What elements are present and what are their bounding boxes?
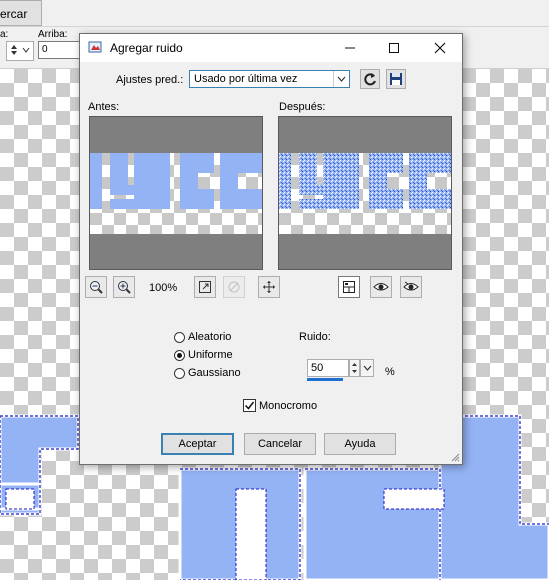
checkmark-icon <box>244 401 255 410</box>
noise-amount-slider-dropdown[interactable] <box>360 359 374 377</box>
radio-aleatorio[interactable]: Aleatorio <box>174 331 231 343</box>
split-preview-button[interactable] <box>338 276 360 298</box>
spinner-arrows-icon <box>11 45 30 55</box>
save-preset-button[interactable] <box>386 69 406 89</box>
preview-on-image-button[interactable] <box>370 276 392 298</box>
presets-label: Ajustes pred.: <box>116 74 184 86</box>
reset-preset-button[interactable] <box>360 69 380 89</box>
help-button[interactable]: Ayuda <box>324 433 396 455</box>
minimize-icon <box>345 47 355 49</box>
noise-amount-slider-fill[interactable] <box>307 378 343 381</box>
noise-amount-spinner[interactable] <box>349 359 360 377</box>
zoom-out-button[interactable] <box>85 276 107 298</box>
paint-app-icon <box>88 41 102 53</box>
close-icon <box>434 42 446 54</box>
radio-label: Gaussiano <box>188 367 241 379</box>
zoom-to-fit-button[interactable] <box>194 276 216 298</box>
radio-label: Aleatorio <box>188 331 232 343</box>
before-preview-letters <box>90 153 262 209</box>
tab-label: ercar <box>0 7 28 21</box>
fit-window-icon <box>199 281 211 293</box>
radio-uniforme[interactable]: Uniforme <box>174 349 233 361</box>
cancel-button[interactable]: Cancelar <box>244 433 316 455</box>
toolbar-label-left: a: <box>0 29 9 40</box>
after-preview[interactable] <box>278 116 452 270</box>
eye-proof-icon <box>403 281 419 291</box>
before-label: Antes: <box>88 101 120 113</box>
split-view-icon <box>343 281 355 293</box>
reset-arrow-icon <box>364 73 376 86</box>
before-preview[interactable] <box>89 116 263 270</box>
close-button[interactable] <box>418 34 462 62</box>
noise-amount-label: Ruido: <box>299 331 331 343</box>
left-spinner[interactable] <box>6 41 34 61</box>
chevron-down-icon <box>363 365 371 371</box>
radio-button[interactable] <box>174 331 185 343</box>
zoom-out-icon <box>90 281 103 294</box>
radio-gaussiano[interactable]: Gaussiano <box>174 367 241 379</box>
radio-button[interactable] <box>174 367 185 379</box>
spinner-arrows-icon <box>352 363 357 373</box>
after-label: Después: <box>279 101 326 113</box>
minimize-button[interactable] <box>328 34 372 62</box>
add-noise-dialog: Agregar ruido Ajustes pred.: Usado por ú… <box>79 33 463 465</box>
ok-button[interactable]: Aceptar <box>161 433 234 455</box>
presets-selected-value: Usado por última vez <box>194 73 298 85</box>
chevron-down-icon <box>333 71 349 87</box>
toolbar-label-arriba: Arriba: <box>38 29 68 40</box>
auto-proof-button[interactable] <box>400 276 422 298</box>
save-floppy-icon <box>390 73 402 85</box>
presets-dropdown[interactable]: Usado por última vez <box>189 70 350 88</box>
after-preview-letters <box>279 153 451 209</box>
arriba-input[interactable]: 0 <box>38 41 80 59</box>
app-tab-bar: ercar <box>0 0 549 27</box>
maximize-button[interactable] <box>372 34 416 62</box>
navigate-button[interactable] <box>223 276 245 298</box>
radio-label: Uniforme <box>188 349 233 361</box>
dialog-title: Agregar ruido <box>110 41 183 55</box>
monochrome-checkbox[interactable] <box>243 399 256 412</box>
maximize-icon <box>389 43 399 53</box>
eye-preview-icon <box>373 283 389 291</box>
pan-button[interactable] <box>258 276 280 298</box>
resize-grip-icon[interactable] <box>450 452 460 462</box>
move-arrows-icon <box>263 281 275 293</box>
tab-acercar[interactable]: ercar <box>0 0 42 26</box>
radio-button-selected[interactable] <box>174 349 185 361</box>
monochrome-label: Monocromo <box>259 400 318 412</box>
dialog-titlebar[interactable]: Agregar ruido <box>80 34 462 62</box>
percent-unit: % <box>385 366 395 378</box>
zoom-in-icon <box>118 281 131 294</box>
zoom-level: 100% <box>149 282 178 294</box>
navigate-icon <box>228 281 240 293</box>
zoom-in-button[interactable] <box>113 276 135 298</box>
noise-amount-input[interactable]: 50 <box>307 359 349 377</box>
